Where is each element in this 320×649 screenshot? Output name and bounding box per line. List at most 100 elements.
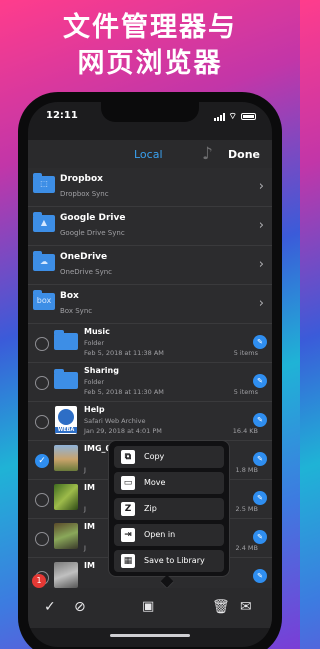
file-row-music[interactable]: Music Folder Feb 5, 2018 at 11:38 AM 5 i… bbox=[28, 324, 272, 363]
google-drive-folder-icon: ▲ bbox=[33, 212, 55, 232]
status-bar: 12:11 ⌔ bbox=[28, 108, 272, 124]
file-size: 16.4 KB bbox=[232, 427, 258, 435]
wifi-icon: ⌔ bbox=[228, 112, 237, 122]
trash-icon[interactable]: 🗑 bbox=[212, 598, 230, 616]
cloud-sub: OneDrive Sync bbox=[60, 268, 113, 276]
dropbox-folder-icon: ⬚ bbox=[33, 173, 55, 193]
deselect-icon[interactable]: ⊘ bbox=[74, 598, 86, 616]
file-row-help[interactable]: WEBA Help Safari Web Archive Jan 29, 201… bbox=[28, 402, 272, 441]
cloud-sub: Box Sync bbox=[60, 307, 93, 315]
file-size: 1.8 MB bbox=[235, 466, 258, 474]
edit-pencil-icon[interactable]: ✎ bbox=[253, 569, 267, 583]
edit-pencil-icon[interactable]: ✎ bbox=[253, 452, 267, 466]
file-date: J bbox=[84, 466, 86, 474]
image-thumbnail bbox=[54, 484, 78, 510]
battery-icon bbox=[241, 113, 256, 120]
select-all-check-icon[interactable]: ✓ bbox=[44, 598, 56, 616]
file-date: Jan 29, 2018 at 4:01 PM bbox=[84, 427, 162, 435]
selection-count-badge: 1 bbox=[32, 574, 46, 588]
cloud-row-dropbox[interactable]: ⬚ Dropbox Dropbox Sync › bbox=[28, 168, 272, 207]
edit-pencil-icon[interactable]: ✎ bbox=[253, 530, 267, 544]
web-archive-icon: WEBA bbox=[55, 406, 77, 434]
file-date: Feb 5, 2018 at 11:38 AM bbox=[84, 349, 164, 357]
edit-pencil-icon[interactable]: ✎ bbox=[253, 413, 267, 427]
actions-menu-icon[interactable]: ▣ bbox=[142, 598, 154, 616]
chevron-right-icon: › bbox=[258, 179, 264, 194]
file-kind: Folder bbox=[84, 339, 105, 347]
chevron-right-icon: › bbox=[258, 296, 264, 311]
zip-icon: Z bbox=[121, 502, 135, 516]
menu-item-copy[interactable]: ⧉ Copy bbox=[114, 446, 224, 468]
copy-icon: ⧉ bbox=[121, 450, 135, 464]
select-checkbox[interactable] bbox=[35, 493, 49, 507]
move-icon: ▭ bbox=[121, 476, 135, 490]
menu-item-move[interactable]: ▭ Move bbox=[114, 472, 224, 494]
edit-pencil-icon[interactable]: ✎ bbox=[253, 335, 267, 349]
menu-label: Open in bbox=[144, 530, 176, 539]
file-kind: Folder bbox=[84, 378, 105, 386]
headline-line-1: 文件管理器与 bbox=[63, 12, 237, 43]
promo-headline: 文件管理器与 网页浏览器 bbox=[0, 10, 300, 82]
image-thumbnail bbox=[54, 445, 78, 471]
cloud-row-box[interactable]: box Box Box Sync › bbox=[28, 285, 272, 324]
cloud-row-google-drive[interactable]: ▲ Google Drive Google Drive Sync › bbox=[28, 207, 272, 246]
file-size: 5 items bbox=[233, 388, 258, 396]
mail-icon[interactable]: ✉ bbox=[240, 598, 252, 616]
menu-item-save-to-library[interactable]: ▦ Save to Library bbox=[114, 550, 224, 572]
file-kind: Safari Web Archive bbox=[84, 417, 146, 425]
cloud-name: Google Drive bbox=[60, 213, 126, 223]
open-in-icon: ⇥ bbox=[121, 528, 135, 542]
file-size: 2.5 MB bbox=[235, 505, 258, 513]
edit-pencil-icon[interactable]: ✎ bbox=[253, 374, 267, 388]
file-row-sharing[interactable]: Sharing Folder Feb 5, 2018 at 11:30 AM 5… bbox=[28, 363, 272, 402]
music-note-icon[interactable]: ♪ bbox=[202, 144, 213, 164]
menu-label: Copy bbox=[144, 452, 165, 461]
file-name: IM bbox=[84, 483, 95, 492]
file-name: IM bbox=[84, 561, 95, 570]
cloud-sub: Dropbox Sync bbox=[60, 190, 109, 198]
file-actions-menu: ⧉ Copy ▭ Move Z Zip ⇥ Open in ▦ Save to … bbox=[108, 440, 230, 577]
chevron-right-icon: › bbox=[258, 218, 264, 233]
box-folder-icon: box bbox=[33, 290, 55, 310]
file-date: J bbox=[84, 544, 86, 552]
status-icons: ⌔ bbox=[213, 111, 256, 122]
app-screen: 12:11 ⌔ Local ♪ Done ⬚ Dropbox Dropbox S… bbox=[28, 102, 272, 647]
bottom-toolbar: 1 ✓ ⊘ ▣ 🗑 ✉ bbox=[28, 574, 272, 628]
edit-pencil-icon[interactable]: ✎ bbox=[253, 491, 267, 505]
signal-icon bbox=[213, 112, 225, 121]
file-date: J bbox=[84, 505, 86, 513]
cloud-name: Dropbox bbox=[60, 174, 103, 184]
cloud-row-onedrive[interactable]: ☁ OneDrive OneDrive Sync › bbox=[28, 246, 272, 285]
menu-label: Save to Library bbox=[144, 556, 205, 565]
file-name: Sharing bbox=[84, 366, 119, 375]
file-size: 5 items bbox=[233, 349, 258, 357]
save-library-icon: ▦ bbox=[121, 554, 135, 568]
menu-item-open-in[interactable]: ⇥ Open in bbox=[114, 524, 224, 546]
folder-icon bbox=[54, 369, 78, 389]
weba-label: WEBA bbox=[55, 427, 77, 433]
file-name: Music bbox=[84, 327, 110, 336]
cloud-name: OneDrive bbox=[60, 252, 108, 262]
select-checkbox[interactable] bbox=[35, 532, 49, 546]
select-checkbox[interactable] bbox=[35, 376, 49, 390]
select-checkbox[interactable] bbox=[35, 415, 49, 429]
file-date: Feb 5, 2018 at 11:30 AM bbox=[84, 388, 164, 396]
status-time: 12:11 bbox=[46, 110, 78, 121]
menu-label: Move bbox=[144, 478, 166, 487]
file-size: 2.4 MB bbox=[235, 544, 258, 552]
chevron-right-icon: › bbox=[258, 257, 264, 272]
file-name: IM bbox=[84, 522, 95, 531]
nav-title: Local bbox=[134, 148, 163, 161]
folder-icon bbox=[54, 330, 78, 350]
menu-item-zip[interactable]: Z Zip bbox=[114, 498, 224, 520]
select-checkbox[interactable] bbox=[35, 337, 49, 351]
onedrive-folder-icon: ☁ bbox=[33, 251, 55, 271]
image-thumbnail bbox=[54, 523, 78, 549]
select-checkbox-checked[interactable]: ✓ bbox=[35, 454, 49, 468]
cloud-sub: Google Drive Sync bbox=[60, 229, 125, 237]
home-indicator bbox=[110, 634, 190, 637]
file-name: Help bbox=[84, 405, 105, 414]
menu-label: Zip bbox=[144, 504, 157, 513]
done-button[interactable]: Done bbox=[228, 148, 260, 161]
cloud-name: Box bbox=[60, 291, 79, 301]
